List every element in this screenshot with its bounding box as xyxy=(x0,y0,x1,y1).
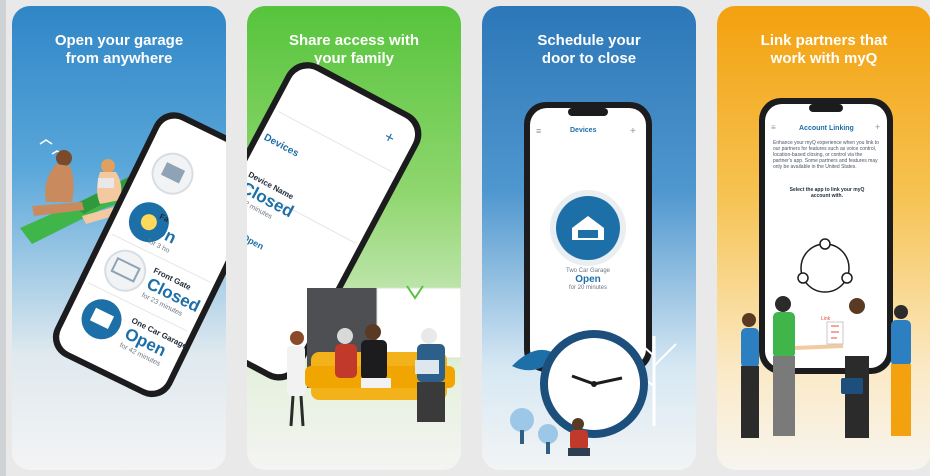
partners-illustration: ≡ + xyxy=(741,98,911,438)
feature-card-share-access[interactable]: Share access with your family + Devices … xyxy=(247,6,461,470)
svg-text:+: + xyxy=(630,126,636,137)
device-status: Open xyxy=(575,274,601,285)
feature-card-remote-access[interactable]: Open your garage from anywhere Fa On for… xyxy=(12,6,226,470)
svg-text:≡: ≡ xyxy=(536,126,541,136)
left-edge xyxy=(0,0,6,476)
remote-access-illustration xyxy=(20,112,226,398)
select-app-text: Select the app to link your myQ account … xyxy=(789,187,865,199)
app-store-screenshot-strip: Open your garage from anywhere Fa On for… xyxy=(0,0,930,476)
feature-card-partners[interactable]: Link partners that work with myQ ≡ + Acc… xyxy=(717,6,930,470)
schedule-illustration: ≡ + xyxy=(510,102,677,456)
svg-text:≡: ≡ xyxy=(771,123,776,132)
device-duration: for 20 minutes xyxy=(568,285,608,291)
feature-card-schedule[interactable]: Schedule your door to close ≡ + Devices … xyxy=(482,6,696,470)
account-linking-body: Enhance your myQ experience when you lin… xyxy=(773,140,879,170)
share-access-illustration: + xyxy=(247,62,461,427)
svg-text:+: + xyxy=(875,122,880,132)
link-button[interactable]: Link xyxy=(821,316,830,322)
account-linking-title: Account Linking xyxy=(799,125,854,132)
devices-screen-title: Devices xyxy=(570,127,597,134)
